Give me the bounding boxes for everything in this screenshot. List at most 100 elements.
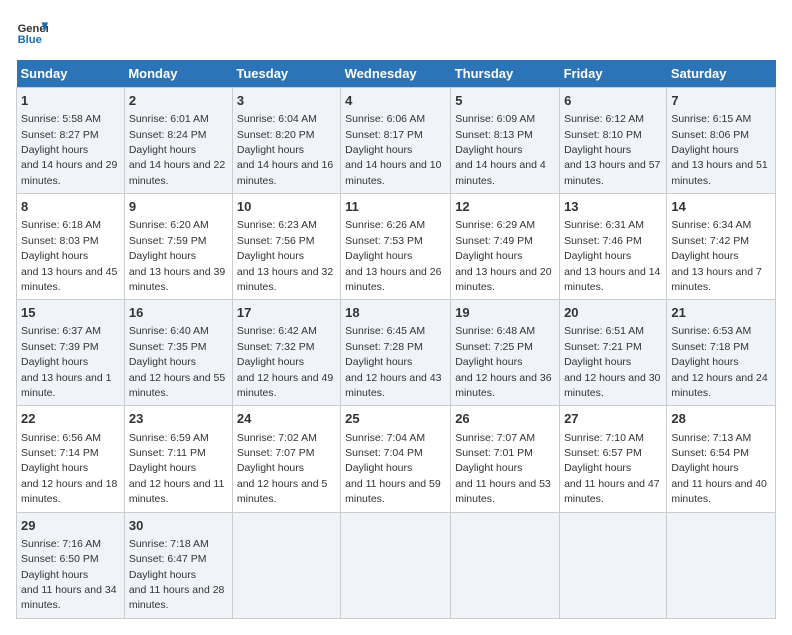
day-info: Sunrise: 7:18 AMSunset: 6:47 PMDaylight … [129, 538, 225, 612]
calendar-cell: 9 Sunrise: 6:20 AMSunset: 7:59 PMDayligh… [124, 194, 232, 300]
day-number: 15 [21, 304, 120, 322]
calendar-table: SundayMondayTuesdayWednesdayThursdayFrid… [16, 60, 776, 619]
calendar-cell: 7 Sunrise: 6:15 AMSunset: 8:06 PMDayligh… [667, 88, 776, 194]
col-header-friday: Friday [560, 60, 667, 88]
day-info: Sunrise: 6:09 AMSunset: 8:13 PMDaylight … [455, 113, 546, 187]
calendar-cell: 21 Sunrise: 6:53 AMSunset: 7:18 PMDaylig… [667, 300, 776, 406]
calendar-cell: 3 Sunrise: 6:04 AMSunset: 8:20 PMDayligh… [232, 88, 340, 194]
day-info: Sunrise: 6:26 AMSunset: 7:53 PMDaylight … [345, 219, 441, 293]
day-number: 28 [671, 410, 771, 428]
day-info: Sunrise: 7:10 AMSunset: 6:57 PMDaylight … [564, 432, 660, 506]
calendar-cell: 28 Sunrise: 7:13 AMSunset: 6:54 PMDaylig… [667, 406, 776, 512]
calendar-cell [667, 512, 776, 618]
col-header-sunday: Sunday [17, 60, 125, 88]
col-header-saturday: Saturday [667, 60, 776, 88]
day-info: Sunrise: 6:06 AMSunset: 8:17 PMDaylight … [345, 113, 441, 187]
day-info: Sunrise: 6:48 AMSunset: 7:25 PMDaylight … [455, 325, 551, 399]
day-info: Sunrise: 6:42 AMSunset: 7:32 PMDaylight … [237, 325, 333, 399]
day-number: 9 [129, 198, 228, 216]
day-number: 4 [345, 92, 446, 110]
calendar-cell: 15 Sunrise: 6:37 AMSunset: 7:39 PMDaylig… [17, 300, 125, 406]
day-info: Sunrise: 6:01 AMSunset: 8:24 PMDaylight … [129, 113, 225, 187]
day-info: Sunrise: 6:51 AMSunset: 7:21 PMDaylight … [564, 325, 660, 399]
day-number: 16 [129, 304, 228, 322]
col-header-tuesday: Tuesday [232, 60, 340, 88]
calendar-cell: 24 Sunrise: 7:02 AMSunset: 7:07 PMDaylig… [232, 406, 340, 512]
logo-icon: General Blue [16, 16, 48, 48]
calendar-cell: 20 Sunrise: 6:51 AMSunset: 7:21 PMDaylig… [560, 300, 667, 406]
day-info: Sunrise: 6:45 AMSunset: 7:28 PMDaylight … [345, 325, 441, 399]
calendar-cell: 13 Sunrise: 6:31 AMSunset: 7:46 PMDaylig… [560, 194, 667, 300]
day-info: Sunrise: 6:37 AMSunset: 7:39 PMDaylight … [21, 325, 112, 399]
day-info: Sunrise: 5:58 AMSunset: 8:27 PMDaylight … [21, 113, 117, 187]
calendar-cell [560, 512, 667, 618]
svg-text:Blue: Blue [18, 34, 42, 46]
col-header-monday: Monday [124, 60, 232, 88]
day-number: 3 [237, 92, 336, 110]
calendar-cell: 29 Sunrise: 7:16 AMSunset: 6:50 PMDaylig… [17, 512, 125, 618]
calendar-cell: 10 Sunrise: 6:23 AMSunset: 7:56 PMDaylig… [232, 194, 340, 300]
calendar-cell: 26 Sunrise: 7:07 AMSunset: 7:01 PMDaylig… [451, 406, 560, 512]
day-info: Sunrise: 6:29 AMSunset: 7:49 PMDaylight … [455, 219, 551, 293]
calendar-cell: 19 Sunrise: 6:48 AMSunset: 7:25 PMDaylig… [451, 300, 560, 406]
calendar-cell: 4 Sunrise: 6:06 AMSunset: 8:17 PMDayligh… [341, 88, 451, 194]
calendar-cell: 27 Sunrise: 7:10 AMSunset: 6:57 PMDaylig… [560, 406, 667, 512]
calendar-cell: 18 Sunrise: 6:45 AMSunset: 7:28 PMDaylig… [341, 300, 451, 406]
day-info: Sunrise: 6:04 AMSunset: 8:20 PMDaylight … [237, 113, 333, 187]
day-number: 10 [237, 198, 336, 216]
day-number: 22 [21, 410, 120, 428]
day-info: Sunrise: 6:59 AMSunset: 7:11 PMDaylight … [129, 432, 225, 506]
calendar-cell [232, 512, 340, 618]
col-header-wednesday: Wednesday [341, 60, 451, 88]
calendar-cell: 30 Sunrise: 7:18 AMSunset: 6:47 PMDaylig… [124, 512, 232, 618]
day-info: Sunrise: 7:07 AMSunset: 7:01 PMDaylight … [455, 432, 551, 506]
calendar-cell: 25 Sunrise: 7:04 AMSunset: 7:04 PMDaylig… [341, 406, 451, 512]
calendar-cell: 23 Sunrise: 6:59 AMSunset: 7:11 PMDaylig… [124, 406, 232, 512]
day-info: Sunrise: 6:15 AMSunset: 8:06 PMDaylight … [671, 113, 767, 187]
day-number: 14 [671, 198, 771, 216]
calendar-cell: 14 Sunrise: 6:34 AMSunset: 7:42 PMDaylig… [667, 194, 776, 300]
day-info: Sunrise: 6:53 AMSunset: 7:18 PMDaylight … [671, 325, 767, 399]
day-number: 17 [237, 304, 336, 322]
calendar-cell: 2 Sunrise: 6:01 AMSunset: 8:24 PMDayligh… [124, 88, 232, 194]
day-info: Sunrise: 7:02 AMSunset: 7:07 PMDaylight … [237, 432, 328, 506]
day-number: 21 [671, 304, 771, 322]
day-number: 19 [455, 304, 555, 322]
calendar-cell: 11 Sunrise: 6:26 AMSunset: 7:53 PMDaylig… [341, 194, 451, 300]
day-number: 1 [21, 92, 120, 110]
day-info: Sunrise: 6:56 AMSunset: 7:14 PMDaylight … [21, 432, 117, 506]
day-info: Sunrise: 6:12 AMSunset: 8:10 PMDaylight … [564, 113, 660, 187]
day-number: 12 [455, 198, 555, 216]
calendar-cell: 1 Sunrise: 5:58 AMSunset: 8:27 PMDayligh… [17, 88, 125, 194]
calendar-cell [451, 512, 560, 618]
day-number: 23 [129, 410, 228, 428]
calendar-cell: 12 Sunrise: 6:29 AMSunset: 7:49 PMDaylig… [451, 194, 560, 300]
calendar-cell: 17 Sunrise: 6:42 AMSunset: 7:32 PMDaylig… [232, 300, 340, 406]
calendar-cell: 16 Sunrise: 6:40 AMSunset: 7:35 PMDaylig… [124, 300, 232, 406]
day-number: 25 [345, 410, 446, 428]
day-number: 27 [564, 410, 662, 428]
day-info: Sunrise: 7:04 AMSunset: 7:04 PMDaylight … [345, 432, 441, 506]
day-number: 7 [671, 92, 771, 110]
page-header: General Blue [16, 16, 776, 48]
col-header-thursday: Thursday [451, 60, 560, 88]
day-number: 29 [21, 517, 120, 535]
logo: General Blue [16, 16, 52, 48]
day-number: 6 [564, 92, 662, 110]
day-number: 11 [345, 198, 446, 216]
day-info: Sunrise: 7:13 AMSunset: 6:54 PMDaylight … [671, 432, 767, 506]
day-info: Sunrise: 7:16 AMSunset: 6:50 PMDaylight … [21, 538, 117, 612]
day-info: Sunrise: 6:34 AMSunset: 7:42 PMDaylight … [671, 219, 762, 293]
day-number: 5 [455, 92, 555, 110]
day-number: 8 [21, 198, 120, 216]
day-info: Sunrise: 6:23 AMSunset: 7:56 PMDaylight … [237, 219, 333, 293]
day-number: 26 [455, 410, 555, 428]
day-info: Sunrise: 6:31 AMSunset: 7:46 PMDaylight … [564, 219, 660, 293]
calendar-cell: 22 Sunrise: 6:56 AMSunset: 7:14 PMDaylig… [17, 406, 125, 512]
day-number: 30 [129, 517, 228, 535]
calendar-cell: 6 Sunrise: 6:12 AMSunset: 8:10 PMDayligh… [560, 88, 667, 194]
calendar-cell: 5 Sunrise: 6:09 AMSunset: 8:13 PMDayligh… [451, 88, 560, 194]
day-info: Sunrise: 6:18 AMSunset: 8:03 PMDaylight … [21, 219, 117, 293]
calendar-cell [341, 512, 451, 618]
day-number: 18 [345, 304, 446, 322]
